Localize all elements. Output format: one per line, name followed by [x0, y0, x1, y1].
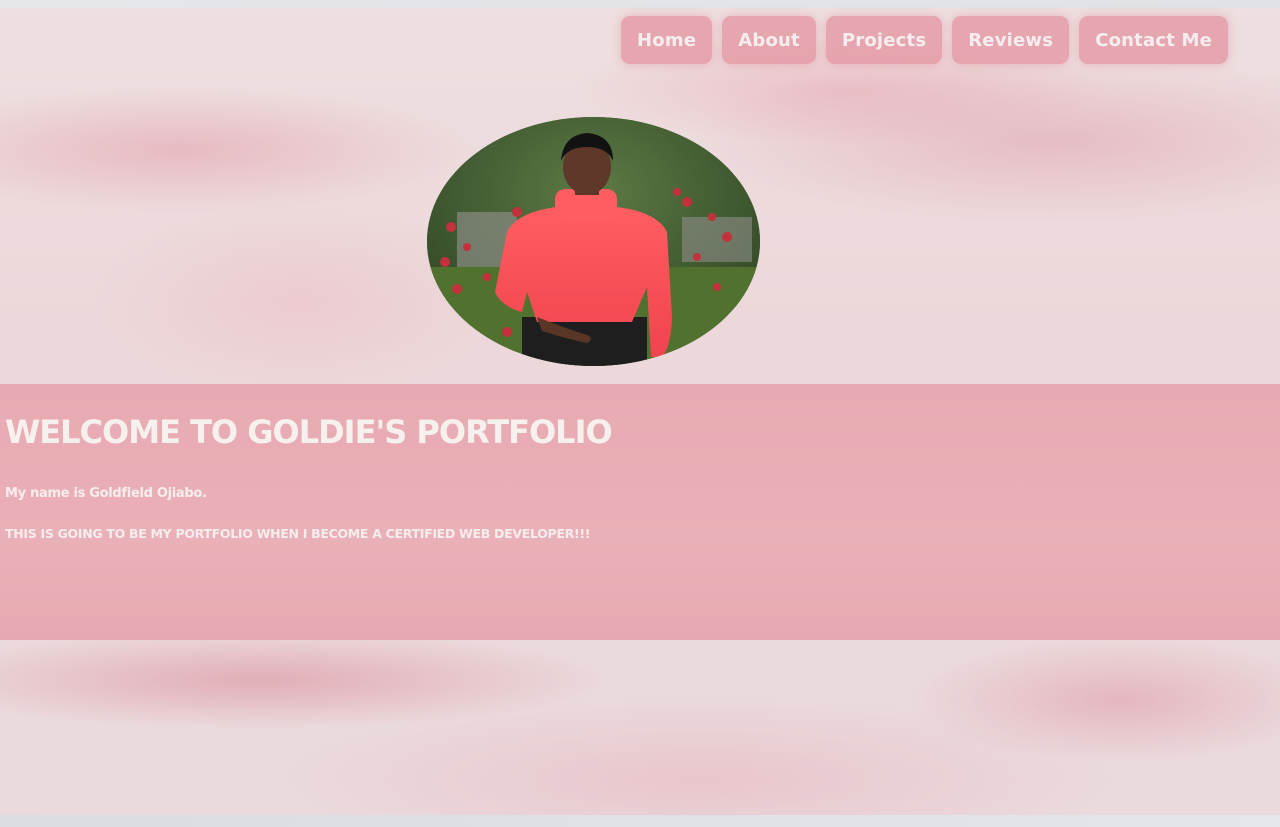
nav-reviews-link[interactable]: Reviews: [952, 16, 1070, 64]
intro-name-text: My name is Goldfield Ojiabo.: [5, 486, 207, 501]
portfolio-page: Home About Projects Reviews Contact Me W…: [0, 0, 1280, 827]
screen-top-edge: [0, 0, 1280, 8]
intro-goal-text: THIS IS GOING TO BE MY PORTFOLIO WHEN I …: [5, 526, 591, 541]
profile-avatar: [427, 117, 760, 366]
main-nav: Home About Projects Reviews Contact Me: [621, 16, 1228, 64]
welcome-title: WELCOME TO GOLDIE'S PORTFOLIO: [5, 413, 613, 451]
nav-home-link[interactable]: Home: [621, 16, 713, 64]
nav-projects-link[interactable]: Projects: [825, 16, 943, 64]
nav-about-link[interactable]: About: [722, 16, 816, 64]
nav-contact-link[interactable]: Contact Me: [1079, 16, 1228, 64]
profile-photo-illustration: [427, 117, 760, 366]
screen-bottom-edge: [0, 815, 1280, 827]
